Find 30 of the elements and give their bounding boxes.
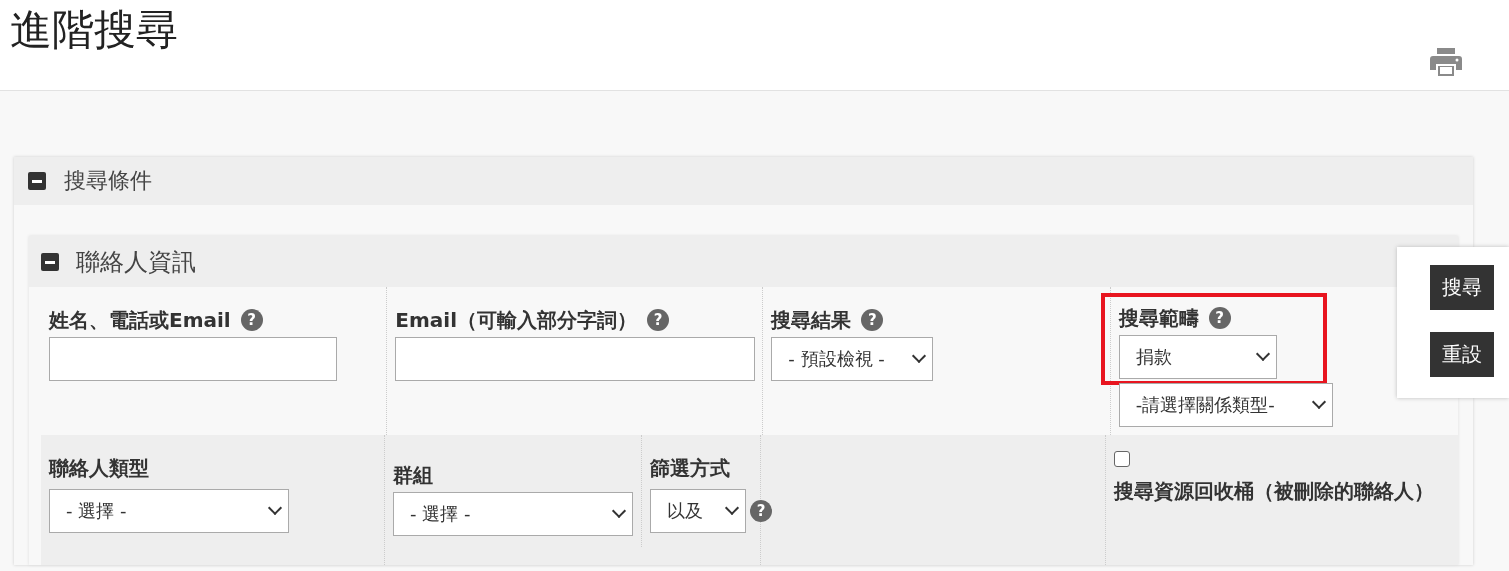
- dropdown[interactable]: -請選擇關係類型-: [1118, 383, 1333, 427]
- input-field[interactable]: [49, 337, 337, 381]
- action-button[interactable]: 重設: [1430, 332, 1494, 377]
- collapse-icon[interactable]: [28, 172, 46, 190]
- field-label: 群組: [393, 461, 433, 489]
- checkbox[interactable]: [1114, 451, 1130, 467]
- print-icon[interactable]: [1430, 48, 1462, 76]
- dropdown[interactable]: - 選擇 -: [393, 492, 633, 536]
- help-icon[interactable]: ?: [240, 309, 263, 331]
- field-label: 搜尋範疇: [1118, 304, 1199, 332]
- page-title: 進階搜尋: [9, 4, 178, 56]
- field-label: 姓名、電話或Email: [49, 306, 231, 334]
- help-icon[interactable]: ?: [1208, 307, 1231, 329]
- dropdown[interactable]: 以及: [650, 489, 746, 533]
- action-button[interactable]: 搜尋: [1430, 265, 1494, 310]
- field-label: 搜尋結果: [771, 306, 852, 334]
- dropdown[interactable]: 捐款: [1118, 335, 1277, 379]
- help-icon[interactable]: ?: [861, 309, 884, 331]
- dropdown[interactable]: - 選擇 -: [49, 489, 289, 533]
- help-icon[interactable]: ?: [750, 500, 772, 522]
- input-field[interactable]: [395, 337, 756, 381]
- field-label: 聯絡人類型: [49, 454, 149, 482]
- help-icon[interactable]: ?: [647, 309, 670, 331]
- section-title[interactable]: 聯絡人資訊: [76, 245, 196, 278]
- collapse-icon[interactable]: [41, 252, 59, 271]
- panel-title[interactable]: 搜尋條件: [64, 166, 152, 196]
- checkbox-label: 搜尋資源回收桶（被刪除的聯絡人）: [1114, 478, 1435, 505]
- field-label: Email（可輸入部分字詞）: [395, 306, 638, 334]
- dropdown[interactable]: - 預設檢視 -: [771, 337, 934, 381]
- field-label: 篩選方式: [650, 454, 730, 482]
